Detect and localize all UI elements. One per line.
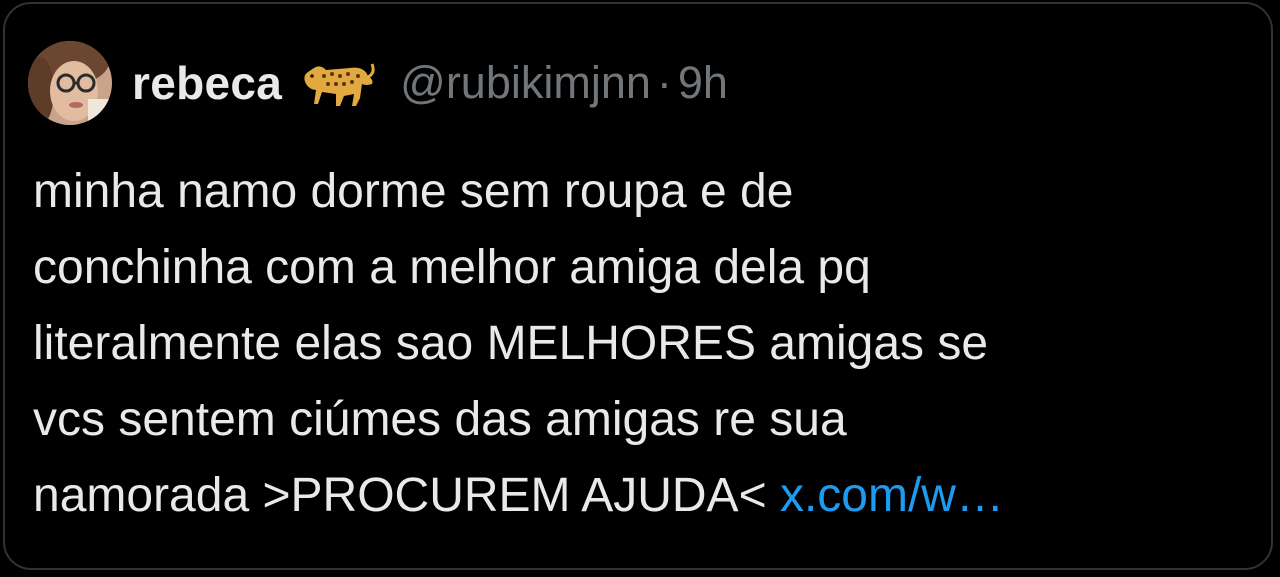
- tweet-text-line: conchinha com a melhor amiga dela pq: [33, 241, 871, 294]
- tweet-text-line: literalmente elas sao MELHORES amigas se: [33, 317, 989, 370]
- user-handle[interactable]: @rubikimjnn: [400, 57, 651, 109]
- avatar[interactable]: [28, 41, 112, 125]
- leopard-emoji-icon: [300, 54, 376, 112]
- display-name[interactable]: rebeca: [132, 56, 282, 110]
- tweet-header: rebeca @rubikimjnn · 9h: [28, 38, 728, 128]
- tweet-text-line: vcs sentem ciúmes das amigas re sua: [33, 393, 847, 446]
- tweet-text-last-line: namorada >PROCUREM AJUDA< x.com/w…: [33, 458, 1253, 534]
- tweet-text: minha namo dorme sem roupa e de conchinh…: [33, 154, 1253, 534]
- tweet-text-line: minha namo dorme sem roupa e de: [33, 165, 794, 218]
- tweet-card[interactable]: rebeca @rubikimjnn · 9h minha namo dorme…: [3, 2, 1273, 570]
- tweet-link[interactable]: x.com/w…: [780, 469, 1004, 522]
- tweet-text-line: namorada >PROCUREM AJUDA<: [33, 469, 767, 522]
- timestamp[interactable]: 9h: [678, 57, 728, 109]
- separator-dot: ·: [656, 57, 672, 108]
